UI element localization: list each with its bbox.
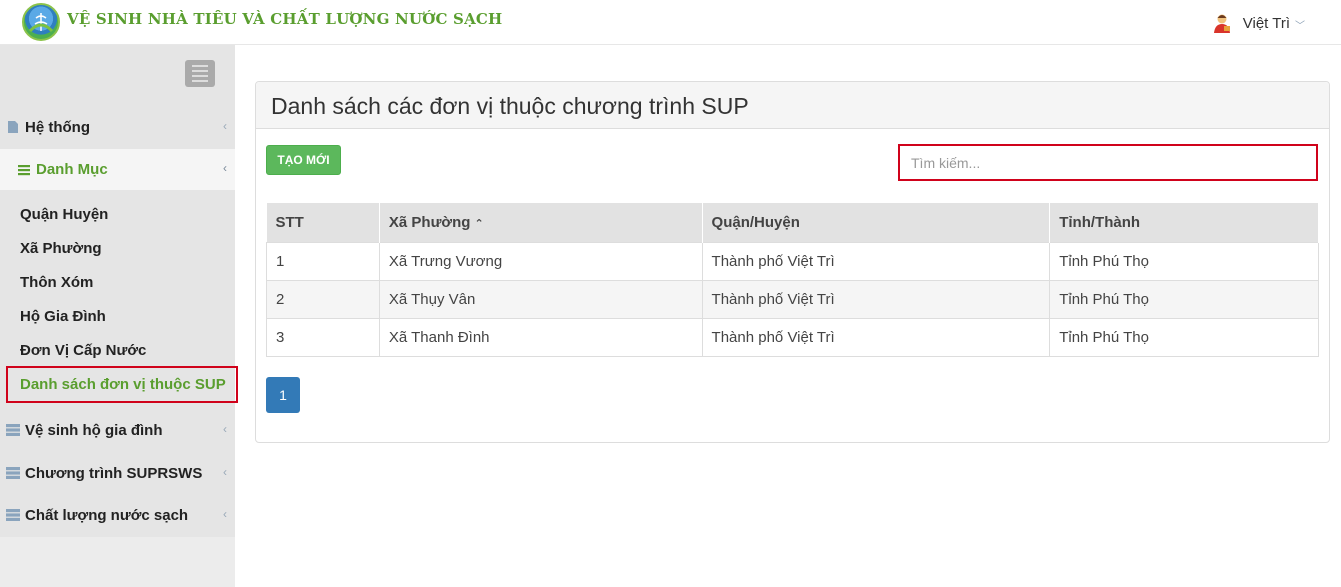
table-cell: Tỉnh Phú Thọ xyxy=(1049,241,1319,281)
sidebar-subitem-danh-sach-sup[interactable]: Danh sách đơn vị thuộc SUP xyxy=(20,376,226,393)
page-title: Danh sách các đơn vị thuộc chương trình … xyxy=(271,93,749,119)
user-menu[interactable]: Việt Trì ﹀ xyxy=(1211,12,1305,34)
column-header-label: Xã Phường xyxy=(388,213,471,231)
sidebar-item-label: Hệ thống xyxy=(25,118,90,136)
sidebar-subitem-thon-xom[interactable]: Thôn Xóm xyxy=(20,274,93,291)
sidebar-item-label: Vệ sinh hộ gia đình xyxy=(25,421,163,439)
sidebar-subitem-ho-gia-dinh[interactable]: Hộ Gia Đình xyxy=(20,308,106,325)
chevron-down-icon: ﹀ xyxy=(1295,20,1305,32)
sidebar-subitem-quan-huyen[interactable]: Quận Huyện xyxy=(20,206,108,223)
chevron-left-icon: ‹ xyxy=(223,507,227,521)
sidebar-item-he-thong[interactable]: Hệ thống ‹ xyxy=(0,107,235,147)
server-icon xyxy=(6,467,20,479)
table-cell: Thành phố Việt Trì xyxy=(701,241,1051,281)
panel-header: Danh sách các đơn vị thuộc chương trình … xyxy=(256,82,1329,129)
logo-icon[interactable] xyxy=(22,3,60,41)
server-icon xyxy=(6,509,20,521)
table-cell: 2 xyxy=(266,279,380,319)
table-cell: Tỉnh Phú Thọ xyxy=(1049,279,1319,319)
sidebar-item-danh-muc[interactable]: Danh Mục ‹ xyxy=(0,149,235,190)
user-avatar-icon xyxy=(1213,14,1230,33)
table-cell: Xã Trưng Vương xyxy=(378,241,703,281)
table-cell: 1 xyxy=(266,241,380,281)
table-cell: 3 xyxy=(266,317,380,357)
column-header-tinh-thanh[interactable]: Tỉnh/Thành xyxy=(1049,203,1319,242)
table-row[interactable]: 1 Xã Trưng Vương Thành phố Việt Trì Tỉnh… xyxy=(266,241,1319,281)
sidebar-item-label: Chương trình SUPRSWS xyxy=(25,464,203,482)
table-cell: Thành phố Việt Trì xyxy=(701,317,1051,357)
data-table: STT Xã Phường ⌃ Quận/Huyện Tỉnh/Thành 1 X… xyxy=(266,203,1319,357)
content-panel: Danh sách các đơn vị thuộc chương trình … xyxy=(255,81,1330,443)
top-header: VỆ SINH NHÀ TIÊU VÀ CHẤT LƯỢNG NƯỚC SẠCH… xyxy=(0,0,1341,45)
table-row[interactable]: 2 Xã Thụy Vân Thành phố Việt Trì Tỉnh Ph… xyxy=(266,279,1319,319)
chevron-left-icon: ‹ xyxy=(223,422,227,436)
sidebar: Hệ thống ‹ Danh Mục ‹ Quận Huyện Xã Phườ… xyxy=(0,45,238,587)
server-icon xyxy=(6,424,20,436)
sidebar-item-chat-luong-nuoc-sach[interactable]: Chất lượng nước sạch ‹ xyxy=(0,495,235,535)
sidebar-item-chuong-trinh-suprsws[interactable]: Chương trình SUPRSWS ‹ xyxy=(0,453,235,493)
table-cell: Tỉnh Phú Thọ xyxy=(1049,317,1319,357)
pagination-page-button[interactable]: 1 xyxy=(266,377,300,413)
list-icon xyxy=(18,164,30,175)
column-header-stt[interactable]: STT xyxy=(266,203,380,242)
table-header-row: STT Xã Phường ⌃ Quận/Huyện Tỉnh/Thành xyxy=(266,203,1319,242)
sidebar-subitem-xa-phuong[interactable]: Xã Phường xyxy=(20,240,102,257)
sidebar-item-label: Chất lượng nước sạch xyxy=(25,506,189,524)
sidebar-menu: Hệ thống ‹ Danh Mục ‹ Quận Huyện Xã Phườ… xyxy=(0,45,238,537)
menu-toggle-button[interactable] xyxy=(185,60,215,87)
user-name: Việt Trì xyxy=(1242,14,1290,32)
table-cell: Xã Thanh Đình xyxy=(378,317,703,357)
sort-ascending-icon: ⌃ xyxy=(474,217,484,230)
column-header-xa-phuong[interactable]: Xã Phường ⌃ xyxy=(379,203,703,242)
sidebar-item-ve-sinh-ho-gia-dinh[interactable]: Vệ sinh hộ gia đình ‹ xyxy=(0,410,235,450)
search-input[interactable] xyxy=(900,146,1316,179)
column-header-quan-huyen[interactable]: Quận/Huyện xyxy=(702,203,1051,242)
chevron-left-icon: ‹ xyxy=(223,465,227,479)
table-row[interactable]: 3 Xã Thanh Đình Thành phố Việt Trì Tỉnh … xyxy=(266,317,1319,357)
app-title[interactable]: VỆ SINH NHÀ TIÊU VÀ CHẤT LƯỢNG NƯỚC SẠCH xyxy=(67,10,502,28)
sidebar-item-label: Danh Mục xyxy=(36,161,108,178)
chevron-left-icon: ‹ xyxy=(223,161,227,175)
table-cell: Xã Thụy Vân xyxy=(378,279,703,319)
chevron-left-icon: ‹ xyxy=(223,119,227,133)
create-button[interactable]: TẠO MỚI xyxy=(266,145,341,175)
sidebar-subitem-don-vi-cap-nuoc[interactable]: Đơn Vị Cấp Nước xyxy=(20,342,146,359)
search-box xyxy=(898,144,1318,181)
file-icon xyxy=(8,121,18,133)
sidebar-footer xyxy=(0,537,235,587)
table-cell: Thành phố Việt Trì xyxy=(701,279,1051,319)
